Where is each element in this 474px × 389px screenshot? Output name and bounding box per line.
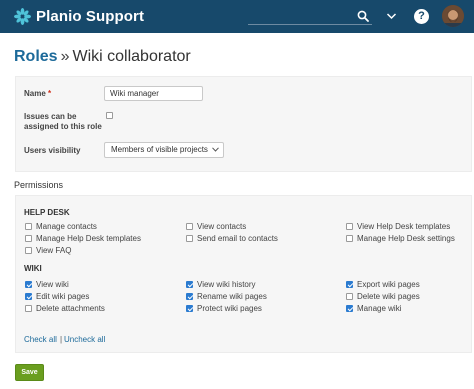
search-icon[interactable]	[357, 10, 369, 22]
perm-label: Send email to contacts	[197, 234, 278, 243]
users-visibility-select[interactable]: Members of visible projects	[104, 142, 224, 158]
chevron-down-icon	[212, 147, 219, 152]
page-title: Roles» Wiki collaborator	[14, 48, 191, 66]
checkbox[interactable]	[346, 223, 353, 230]
assignable-checkbox[interactable]	[106, 112, 113, 119]
checkbox[interactable]	[346, 293, 353, 300]
users-visibility-label: Users visibility	[24, 146, 81, 155]
required-mark: *	[48, 89, 52, 98]
name-label-text: Name	[24, 89, 46, 98]
perm-label: View wiki history	[197, 280, 256, 289]
perm-label: Export wiki pages	[357, 280, 420, 289]
perm-label: Manage Help Desk templates	[36, 234, 141, 243]
checkbox[interactable]	[25, 281, 32, 288]
app-title[interactable]: Planio Support	[36, 8, 144, 25]
perm-label: Rename wiki pages	[197, 292, 267, 301]
perm-label: Delete attachments	[36, 304, 105, 313]
group-help-desk-title: HELP DESK	[24, 208, 70, 217]
check-all-link[interactable]: Check all	[24, 335, 57, 344]
perm-label: Protect wiki pages	[197, 304, 262, 313]
uncheck-all-link[interactable]: Uncheck all	[64, 335, 105, 344]
checkbox[interactable]	[186, 235, 193, 242]
breadcrumb-current: Wiki collaborator	[72, 48, 191, 65]
permissions-heading: Permissions	[14, 180, 64, 190]
permissions-box	[15, 195, 472, 353]
checkbox[interactable]	[186, 293, 193, 300]
checkbox[interactable]	[186, 281, 193, 288]
checkbox[interactable]	[25, 247, 32, 254]
top-navigation-bar: Planio Support ?	[0, 0, 474, 33]
perm-label: Edit wiki pages	[36, 292, 90, 301]
group-wiki-title: WIKI	[24, 264, 42, 273]
checkbox[interactable]	[25, 223, 32, 230]
checkbox[interactable]	[25, 293, 32, 300]
checkbox[interactable]	[186, 223, 193, 230]
checkbox[interactable]	[346, 235, 353, 242]
perm-label: Manage wiki	[357, 304, 402, 313]
checkbox[interactable]	[346, 305, 353, 312]
search-input[interactable]	[248, 7, 372, 25]
help-icon[interactable]: ?	[414, 9, 429, 24]
checkbox[interactable]	[346, 281, 353, 288]
perm-label: View Help Desk templates	[357, 222, 451, 231]
avatar[interactable]	[442, 5, 464, 27]
name-label: Name *	[24, 89, 51, 99]
checkbox[interactable]	[25, 235, 32, 242]
name-field[interactable]: Wiki manager	[104, 86, 203, 101]
users-visibility-value: Members of visible projects	[111, 145, 208, 154]
perm-label: View contacts	[197, 222, 247, 231]
breadcrumb-separator: »	[60, 48, 70, 65]
perm-label: Delete wiki pages	[357, 292, 420, 301]
planio-logo-icon[interactable]	[14, 8, 31, 25]
checkbox[interactable]	[25, 305, 32, 312]
link-separator: |	[60, 335, 63, 344]
save-button[interactable]: Save	[15, 364, 44, 381]
breadcrumb-roles-link[interactable]: Roles	[14, 48, 58, 65]
perm-label: View wiki	[36, 280, 69, 289]
checkbox[interactable]	[186, 305, 193, 312]
perm-label: Manage contacts	[36, 222, 97, 231]
perm-label: View FAQ	[36, 246, 72, 255]
perm-label: Manage Help Desk settings	[357, 234, 455, 243]
chevron-down-icon[interactable]	[386, 12, 397, 20]
assignable-label: Issues can be assigned to this role	[24, 112, 102, 131]
